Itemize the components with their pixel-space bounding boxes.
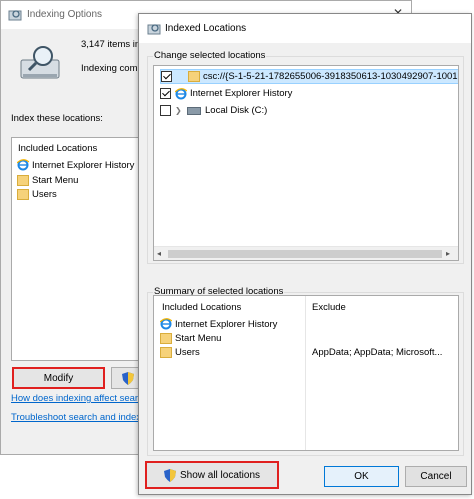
tree-item-local-disk[interactable]: ❯ Local Disk (C:) xyxy=(160,103,267,118)
change-selected-locations-label: Change selected locations xyxy=(153,50,267,61)
locations-tree[interactable]: csc://{S-1-5-21-1782655006-3918350613-10… xyxy=(153,65,459,261)
scrollbar-thumb[interactable] xyxy=(168,250,442,258)
tree-item-label: csc://{S-1-5-21-1782655006-3918350613-10… xyxy=(203,71,458,82)
index-these-locations-label: Index these locations: xyxy=(11,113,103,124)
summary-exclude-header: Exclude xyxy=(312,302,346,313)
chevron-right-icon[interactable]: ❯ xyxy=(175,106,183,115)
indexed-locations-title: Indexed Locations xyxy=(165,23,247,34)
show-all-locations-label: Show all locations xyxy=(179,469,261,481)
magnifier-icon xyxy=(20,46,60,79)
ie-icon xyxy=(160,318,172,330)
advanced-button[interactable] xyxy=(111,367,141,389)
column-divider xyxy=(305,296,306,450)
tree-item-ie-history[interactable]: Internet Explorer History xyxy=(160,86,292,101)
tree-item-label: Internet Explorer History xyxy=(190,88,293,99)
show-all-locations-button[interactable]: Show all locations xyxy=(145,461,279,489)
indexed-locations-dialog: Indexed Locations Change selected locati… xyxy=(138,13,472,495)
ok-button[interactable]: OK xyxy=(324,466,399,487)
modify-button[interactable]: Modify xyxy=(12,367,105,389)
summary-item-label: Users xyxy=(175,346,200,358)
included-locations-list[interactable]: Included Locations Internet Explorer His… xyxy=(11,137,141,361)
shield-icon xyxy=(163,468,176,482)
list-item-label: Internet Explorer History xyxy=(32,159,135,171)
folder-icon xyxy=(17,174,29,186)
tree-item-csc[interactable]: csc://{S-1-5-21-1782655006-3918350613-10… xyxy=(160,69,458,84)
tree-item-checkbox[interactable] xyxy=(160,105,171,116)
table-row[interactable]: Start Menu xyxy=(160,331,221,345)
table-row[interactable]: Internet Explorer History xyxy=(160,317,277,331)
list-item[interactable]: Users xyxy=(17,187,57,201)
included-locations-header: Included Locations xyxy=(18,143,98,154)
indexed-locations-titlebar: Indexed Locations xyxy=(139,14,471,43)
folder-icon xyxy=(17,188,29,200)
troubleshoot-link[interactable]: Troubleshoot search and indexing xyxy=(11,412,139,423)
folder-icon xyxy=(188,71,200,82)
ie-icon xyxy=(17,159,29,171)
summary-list[interactable]: Included Locations Exclude Internet Expl… xyxy=(153,295,459,451)
cancel-button[interactable]: Cancel xyxy=(405,466,467,487)
table-row[interactable]: Users xyxy=(160,345,200,359)
tree-item-checkbox[interactable] xyxy=(160,88,171,99)
tree-item-checkbox[interactable] xyxy=(161,71,172,82)
indexed-locations-app-icon xyxy=(147,24,161,35)
ie-icon xyxy=(175,87,187,99)
folder-icon xyxy=(160,332,172,344)
list-item-label: Start Menu xyxy=(32,174,79,186)
indexing-options-app-icon xyxy=(8,10,22,21)
indexing-options-title: Indexing Options xyxy=(27,9,103,20)
drive-icon xyxy=(187,106,201,115)
summary-included-header: Included Locations xyxy=(162,302,242,313)
tree-item-label: Local Disk (C:) xyxy=(205,105,268,116)
list-item-label: Users xyxy=(32,188,57,200)
indexing-status-text: Indexing comp xyxy=(81,63,143,74)
summary-item-label: Internet Explorer History xyxy=(175,318,278,330)
horizontal-scrollbar[interactable]: ◂ ▸ xyxy=(154,246,458,260)
summary-item-exclude: AppData; AppData; Microsoft... xyxy=(312,347,443,358)
scroll-right-icon[interactable]: ▸ xyxy=(446,249,450,258)
shield-icon xyxy=(122,372,134,385)
list-item[interactable]: Internet Explorer History xyxy=(17,158,134,172)
folder-icon xyxy=(160,346,172,358)
summary-item-label: Start Menu xyxy=(175,332,222,344)
list-item[interactable]: Start Menu xyxy=(17,173,78,187)
how-indexing-affects-search-link[interactable]: How does indexing affect search xyxy=(11,393,139,404)
scroll-left-icon[interactable]: ◂ xyxy=(157,249,161,258)
